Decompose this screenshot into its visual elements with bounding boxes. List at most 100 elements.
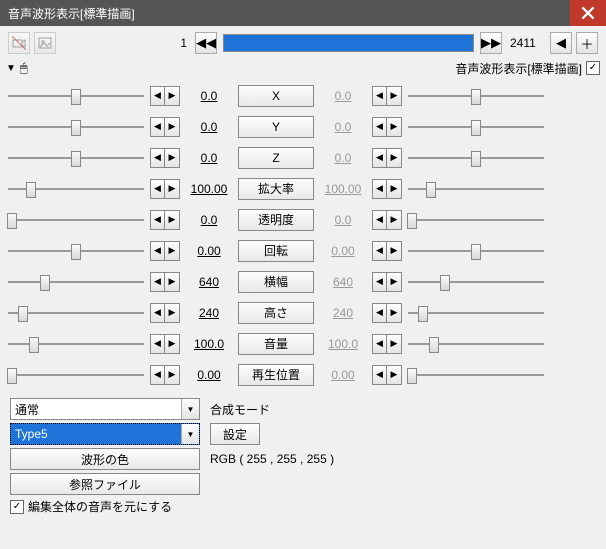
param-stepper-left[interactable]: ◀ ▶ xyxy=(150,179,180,199)
chevron-right-icon[interactable]: ▶ xyxy=(387,118,401,136)
param-slider-left[interactable] xyxy=(6,147,146,169)
fastforward-button[interactable]: ▶▶ xyxy=(480,32,502,54)
param-stepper-right[interactable]: ◀ ▶ xyxy=(372,272,402,292)
param-value-left[interactable]: 0.0 xyxy=(184,120,234,134)
param-name-button[interactable]: 透明度 xyxy=(238,209,314,231)
param-stepper-right[interactable]: ◀ ▶ xyxy=(372,179,402,199)
param-stepper-right[interactable]: ◀ ▶ xyxy=(372,303,402,323)
chevron-right-icon[interactable]: ▶ xyxy=(165,335,179,353)
param-stepper-right[interactable]: ◀ ▶ xyxy=(372,241,402,261)
param-slider-left[interactable] xyxy=(6,240,146,262)
param-slider-right[interactable] xyxy=(406,147,546,169)
param-value-left[interactable]: 100.0 xyxy=(184,337,234,351)
param-value-right[interactable]: 0.0 xyxy=(318,120,368,134)
chevron-left-icon[interactable]: ◀ xyxy=(151,366,165,384)
param-slider-right[interactable] xyxy=(406,302,546,324)
param-stepper-left[interactable]: ◀ ▶ xyxy=(150,86,180,106)
param-value-right[interactable]: 240 xyxy=(318,306,368,320)
edit-all-audio-checkbox[interactable]: ✓ 編集全体の音声を元にする xyxy=(10,498,172,515)
param-name-button[interactable]: 拡大率 xyxy=(238,178,314,200)
chevron-left-icon[interactable]: ◀ xyxy=(151,87,165,105)
param-slider-right[interactable] xyxy=(406,333,546,355)
chevron-left-icon[interactable]: ◀ xyxy=(151,335,165,353)
param-stepper-right[interactable]: ◀ ▶ xyxy=(372,148,402,168)
param-value-right[interactable]: 100.0 xyxy=(318,337,368,351)
chevron-right-icon[interactable]: ▶ xyxy=(387,211,401,229)
param-name-button[interactable]: 再生位置 xyxy=(238,364,314,386)
add-button[interactable]: ＋ xyxy=(576,32,598,54)
chevron-left-icon[interactable]: ◀ xyxy=(373,273,387,291)
chevron-left-icon[interactable]: ◀ xyxy=(151,118,165,136)
chevron-left-icon[interactable]: ◀ xyxy=(151,242,165,260)
wave-color-button[interactable]: 波形の色 xyxy=(10,448,200,470)
image-icon-button[interactable] xyxy=(34,32,56,54)
param-value-right[interactable]: 640 xyxy=(318,275,368,289)
chevron-right-icon[interactable]: ▶ xyxy=(165,366,179,384)
param-name-button[interactable]: 音量 xyxy=(238,333,314,355)
chevron-left-icon[interactable]: ◀ xyxy=(373,180,387,198)
chevron-left-icon[interactable]: ◀ xyxy=(373,366,387,384)
param-stepper-left[interactable]: ◀ ▶ xyxy=(150,334,180,354)
chevron-right-icon[interactable]: ▶ xyxy=(387,335,401,353)
chevron-right-icon[interactable]: ▶ xyxy=(387,242,401,260)
chevron-right-icon[interactable]: ▶ xyxy=(165,180,179,198)
param-value-right[interactable]: 0.00 xyxy=(318,244,368,258)
chevron-right-icon[interactable]: ▶ xyxy=(387,366,401,384)
chevron-left-icon[interactable]: ◀ xyxy=(373,335,387,353)
chevron-left-icon[interactable]: ◀ xyxy=(373,304,387,322)
chevron-right-icon[interactable]: ▶ xyxy=(165,273,179,291)
param-slider-left[interactable] xyxy=(6,209,146,231)
param-name-button[interactable]: 高さ xyxy=(238,302,314,324)
param-value-left[interactable]: 0.00 xyxy=(184,244,234,258)
param-value-right[interactable]: 0.0 xyxy=(318,151,368,165)
rewind-button[interactable]: ◀◀ xyxy=(195,32,217,54)
param-stepper-left[interactable]: ◀ ▶ xyxy=(150,210,180,230)
chevron-left-icon[interactable]: ◀ xyxy=(373,211,387,229)
param-stepper-right[interactable]: ◀ ▶ xyxy=(372,365,402,385)
chevron-left-icon[interactable]: ◀ xyxy=(373,118,387,136)
param-stepper-right[interactable]: ◀ ▶ xyxy=(372,117,402,137)
param-slider-left[interactable] xyxy=(6,116,146,138)
frame-start-value[interactable]: 1 xyxy=(151,36,191,50)
chevron-right-icon[interactable]: ▶ xyxy=(165,118,179,136)
expand-triangle[interactable]: ▼ xyxy=(6,63,16,74)
chevron-right-icon[interactable]: ▶ xyxy=(387,87,401,105)
param-name-button[interactable]: Y xyxy=(238,116,314,138)
param-slider-left[interactable] xyxy=(6,271,146,293)
param-stepper-left[interactable]: ◀ ▶ xyxy=(150,117,180,137)
param-stepper-right[interactable]: ◀ ▶ xyxy=(372,210,402,230)
chevron-left-icon[interactable]: ◀ xyxy=(373,149,387,167)
timeline-track[interactable] xyxy=(223,34,474,52)
reference-file-button[interactable]: 参照ファイル xyxy=(10,473,200,495)
param-value-left[interactable]: 240 xyxy=(184,306,234,320)
param-value-right[interactable]: 0.00 xyxy=(318,368,368,382)
param-value-left[interactable]: 0.00 xyxy=(184,368,234,382)
param-slider-left[interactable] xyxy=(6,85,146,107)
collapse-button[interactable]: ◀ xyxy=(550,32,572,54)
param-slider-left[interactable] xyxy=(6,364,146,386)
param-value-right[interactable]: 0.0 xyxy=(318,89,368,103)
chevron-right-icon[interactable]: ▶ xyxy=(387,149,401,167)
close-button[interactable] xyxy=(570,0,606,26)
param-stepper-left[interactable]: ◀ ▶ xyxy=(150,303,180,323)
param-stepper-right[interactable]: ◀ ▶ xyxy=(372,86,402,106)
param-value-left[interactable]: 0.0 xyxy=(184,151,234,165)
param-stepper-right[interactable]: ◀ ▶ xyxy=(372,334,402,354)
wavetype-combo[interactable]: Type5 ▼ xyxy=(10,423,200,445)
object-enabled-checkbox[interactable]: ✓ xyxy=(586,61,600,75)
chevron-left-icon[interactable]: ◀ xyxy=(151,180,165,198)
param-slider-left[interactable] xyxy=(6,302,146,324)
chevron-right-icon[interactable]: ▶ xyxy=(165,211,179,229)
param-name-button[interactable]: 横幅 xyxy=(238,271,314,293)
param-stepper-left[interactable]: ◀ ▶ xyxy=(150,148,180,168)
chevron-right-icon[interactable]: ▶ xyxy=(165,242,179,260)
param-name-button[interactable]: Z xyxy=(238,147,314,169)
chevron-left-icon[interactable]: ◀ xyxy=(151,304,165,322)
chevron-left-icon[interactable]: ◀ xyxy=(151,149,165,167)
param-slider-right[interactable] xyxy=(406,364,546,386)
chevron-right-icon[interactable]: ▶ xyxy=(387,180,401,198)
chevron-right-icon[interactable]: ▶ xyxy=(165,149,179,167)
chevron-left-icon[interactable]: ◀ xyxy=(373,242,387,260)
chevron-right-icon[interactable]: ▶ xyxy=(165,304,179,322)
param-name-button[interactable]: 回転 xyxy=(238,240,314,262)
